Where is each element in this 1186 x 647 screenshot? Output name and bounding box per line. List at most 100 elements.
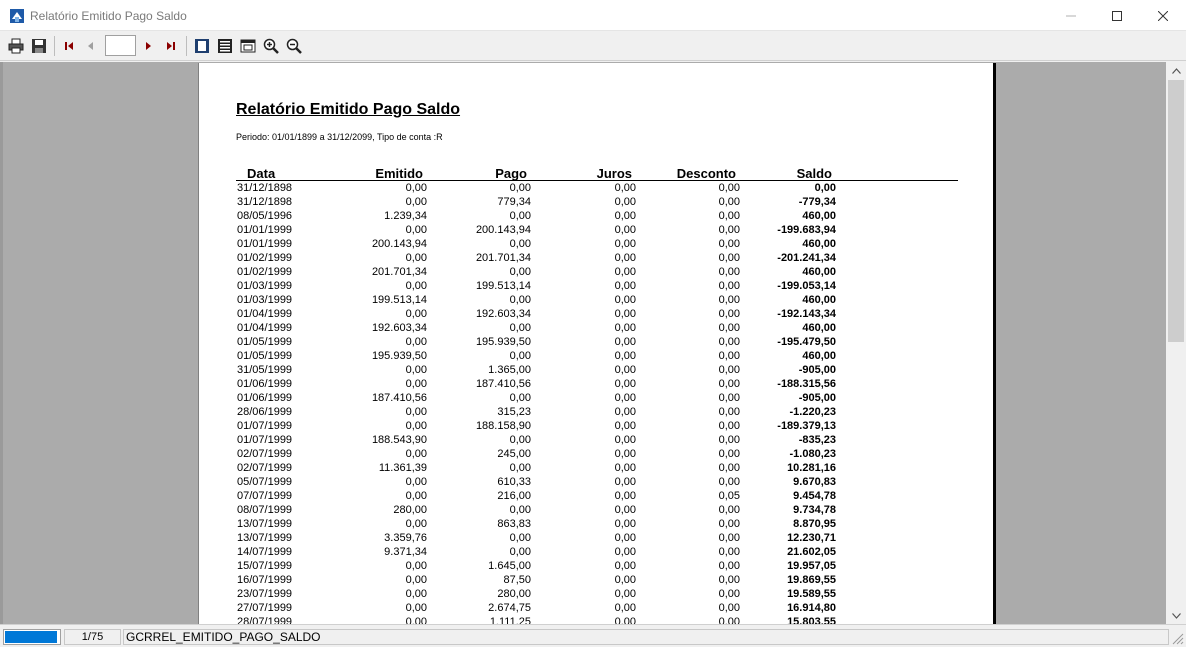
cell-data: 08/07/1999 [237, 504, 293, 516]
cell-juros: 0,00 [614, 420, 636, 432]
cell-saldo: 10.281,16 [787, 462, 836, 474]
cell-desconto: 0,00 [718, 616, 740, 624]
report-rows: 31/12/1898 0,00 0,00 0,00 0,00 0,00 31/12/1898… [199, 181, 993, 624]
cell-saldo: 9.454,78 [793, 490, 836, 502]
cell-data: 01/02/1999 [237, 252, 293, 264]
cell-desconto: 0,05 [718, 490, 740, 502]
cell-saldo: 460,00 [802, 322, 836, 334]
maximize-button[interactable] [1094, 0, 1140, 31]
cell-juros: 0,00 [614, 280, 636, 292]
cell-desconto: 0,00 [718, 420, 740, 432]
progress-bar [3, 629, 61, 645]
cell-pago: 192.603,34 [475, 308, 531, 320]
cell-pago: 216,00 [497, 490, 531, 502]
table-row: 02/07/1999 11.361,39 0,00 0,00 0,00 10.281,16 [199, 461, 993, 475]
cell-desconto: 0,00 [718, 294, 740, 306]
cell-emitido: 0,00 [405, 406, 427, 418]
chevron-down-icon [1171, 612, 1181, 619]
cell-desconto: 0,00 [718, 308, 740, 320]
cell-desconto: 0,00 [718, 504, 740, 516]
cell-desconto: 0,00 [718, 588, 740, 600]
cell-pago: 610,33 [497, 476, 531, 488]
table-row: 01/01/1999 200.143,94 0,00 0,00 0,00 460,00 [199, 237, 993, 251]
table-row: 01/04/1999 0,00 192.603,34 0,00 0,00 -192.143… [199, 307, 993, 321]
cell-pago: 0,00 [509, 434, 531, 446]
table-row: 01/06/1999 0,00 187.410,56 0,00 0,00 -188.315… [199, 377, 993, 391]
cell-data: 13/07/1999 [237, 532, 293, 544]
cell-emitido: 0,00 [405, 224, 427, 236]
zoom-out-button[interactable] [285, 37, 303, 55]
cell-emitido: 0,00 [405, 448, 427, 460]
cell-desconto: 0,00 [718, 336, 740, 348]
cell-saldo: -1.080,23 [789, 448, 836, 460]
page-number-input[interactable] [105, 35, 136, 56]
cell-emitido: 0,00 [405, 476, 427, 488]
cell-pago: 0,00 [509, 266, 531, 278]
cell-data: 27/07/1999 [237, 602, 293, 614]
cell-juros: 0,00 [614, 336, 636, 348]
table-row: 01/07/1999 188.543,90 0,00 0,00 0,00 -835,23 [199, 433, 993, 447]
cell-pago: 87,50 [503, 574, 531, 586]
scroll-down-button[interactable] [1166, 607, 1186, 624]
column-header-pago: Pago [495, 166, 527, 181]
cell-desconto: 0,00 [718, 322, 740, 334]
minimize-button[interactable] [1048, 0, 1094, 31]
cell-saldo: 12.230,71 [787, 532, 836, 544]
cell-emitido: 195.939,50 [371, 350, 427, 362]
first-page-button[interactable] [60, 37, 78, 55]
save-button[interactable] [30, 37, 48, 55]
cell-pago: 187.410,56 [475, 378, 531, 390]
chevron-up-icon [1171, 67, 1181, 74]
cell-emitido: 0,00 [405, 518, 427, 530]
cell-juros: 0,00 [614, 252, 636, 264]
last-page-button[interactable] [162, 37, 180, 55]
cell-emitido: 0,00 [405, 602, 427, 614]
table-row: 01/02/1999 201.701,34 0,00 0,00 0,00 460,00 [199, 265, 993, 279]
cell-saldo: -905,00 [798, 392, 836, 404]
cell-data: 02/07/1999 [237, 462, 293, 474]
table-row: 01/04/1999 192.603,34 0,00 0,00 0,00 460,00 [199, 321, 993, 335]
cell-emitido: 11.361,39 [378, 462, 427, 474]
cell-saldo: 15.803,55 [787, 616, 836, 624]
cell-desconto: 0,00 [718, 392, 740, 404]
cell-juros: 0,00 [614, 350, 636, 362]
cell-juros: 0,00 [614, 392, 636, 404]
cell-saldo: -189.379,13 [777, 420, 836, 432]
vertical-scrollbar[interactable] [1166, 62, 1186, 624]
report-name: GCRREL_EMITIDO_PAGO_SALDO [123, 629, 1169, 645]
whole-page-button[interactable] [193, 37, 211, 55]
title-bar: Relatório Emitido Pago Saldo [0, 0, 1186, 31]
cell-juros: 0,00 [614, 448, 636, 460]
cell-juros: 0,00 [614, 378, 636, 390]
scroll-up-button[interactable] [1166, 62, 1186, 79]
full-view-button[interactable] [239, 37, 257, 55]
cell-juros: 0,00 [614, 602, 636, 614]
scrollbar-thumb[interactable] [1168, 80, 1184, 342]
cell-juros: 0,00 [614, 224, 636, 236]
first-page-icon [65, 42, 73, 50]
cell-saldo: 460,00 [802, 238, 836, 250]
table-row: 28/07/1999 0,00 1.111,25 0,00 0,00 15.803,55 [199, 615, 993, 624]
prev-page-button[interactable] [82, 37, 100, 55]
prev-page-icon [88, 42, 93, 50]
page-width-button[interactable] [216, 37, 234, 55]
cell-saldo: -195.479,50 [777, 336, 836, 348]
print-button[interactable] [7, 37, 25, 55]
report-viewer[interactable]: Relatório Emitido Pago Saldo Periodo: 01… [0, 62, 1166, 624]
cell-emitido: 0,00 [405, 378, 427, 390]
cell-saldo: 460,00 [802, 350, 836, 362]
resize-grip-icon[interactable] [1170, 631, 1184, 645]
zoom-in-button[interactable] [262, 37, 280, 55]
cell-desconto: 0,00 [718, 224, 740, 236]
cell-emitido: 0,00 [405, 420, 427, 432]
cell-pago: 863,83 [497, 518, 531, 530]
close-button[interactable] [1140, 0, 1186, 31]
next-page-button[interactable] [139, 37, 157, 55]
column-header-data: Data [247, 166, 276, 181]
cell-pago: 0,00 [509, 322, 531, 334]
table-row: 01/02/1999 0,00 201.701,34 0,00 0,00 -201.241… [199, 251, 993, 265]
minimize-icon [1066, 15, 1076, 16]
cell-pago: 195.939,50 [475, 336, 531, 348]
table-row: 01/01/1999 0,00 200.143,94 0,00 0,00 -199.683… [199, 223, 993, 237]
cell-desconto: 0,00 [718, 406, 740, 418]
